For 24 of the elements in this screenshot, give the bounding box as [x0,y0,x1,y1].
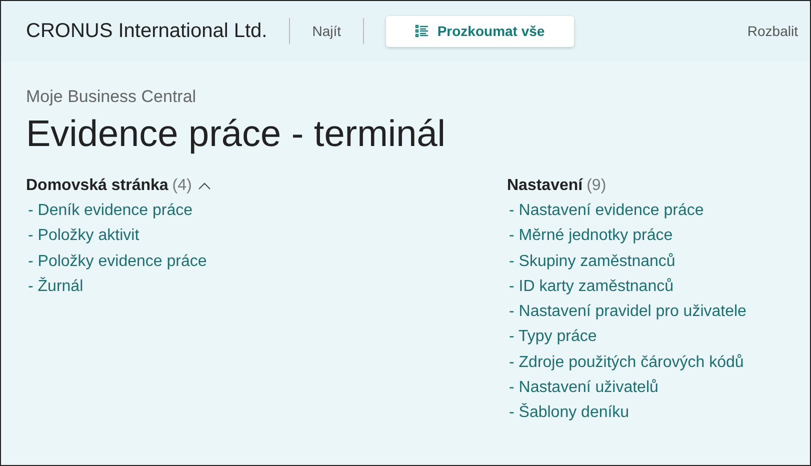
breadcrumb: Moje Business Central [26,87,198,107]
explore-button[interactable]: Prozkoumat vše [386,16,574,46]
find-button[interactable]: Najít [312,23,342,39]
page-title: Evidence práce - terminál [26,113,447,155]
page-link[interactable]: - Nastavení pravidel pro uživatele [507,299,785,324]
page-link[interactable]: - Skupiny zaměstnanců [507,248,785,274]
page-link[interactable]: - Nastavení uživatelů [507,375,785,400]
group-title: Domovská stránka [26,177,168,195]
list-icon [415,24,430,38]
page-link[interactable]: - ID karty zaměstnanců [507,274,785,300]
page-link[interactable]: - Položky evidence práce [26,248,507,274]
expand-button[interactable]: Rozbalit [747,23,798,39]
group-count: (4) [172,177,192,195]
company-name: CRONUS International Ltd. [26,20,268,42]
page-link[interactable]: - Nastavení evidence práce [507,198,785,224]
page-link[interactable]: - Položky aktivit [26,223,507,249]
group-count: (9) [586,177,606,195]
page-link[interactable]: - Zdroje použitých čárových kódů [507,350,785,376]
page-link[interactable]: - Žurnál [26,274,507,300]
page-link[interactable]: - Šablony deníku [507,400,785,426]
group-title: Nastavení [507,177,583,195]
page-link[interactable]: - Typy práce [507,324,785,350]
page-link[interactable]: - Měrné jednotky práce [507,223,785,249]
page-link[interactable]: - Deník evidence práce [26,198,507,224]
